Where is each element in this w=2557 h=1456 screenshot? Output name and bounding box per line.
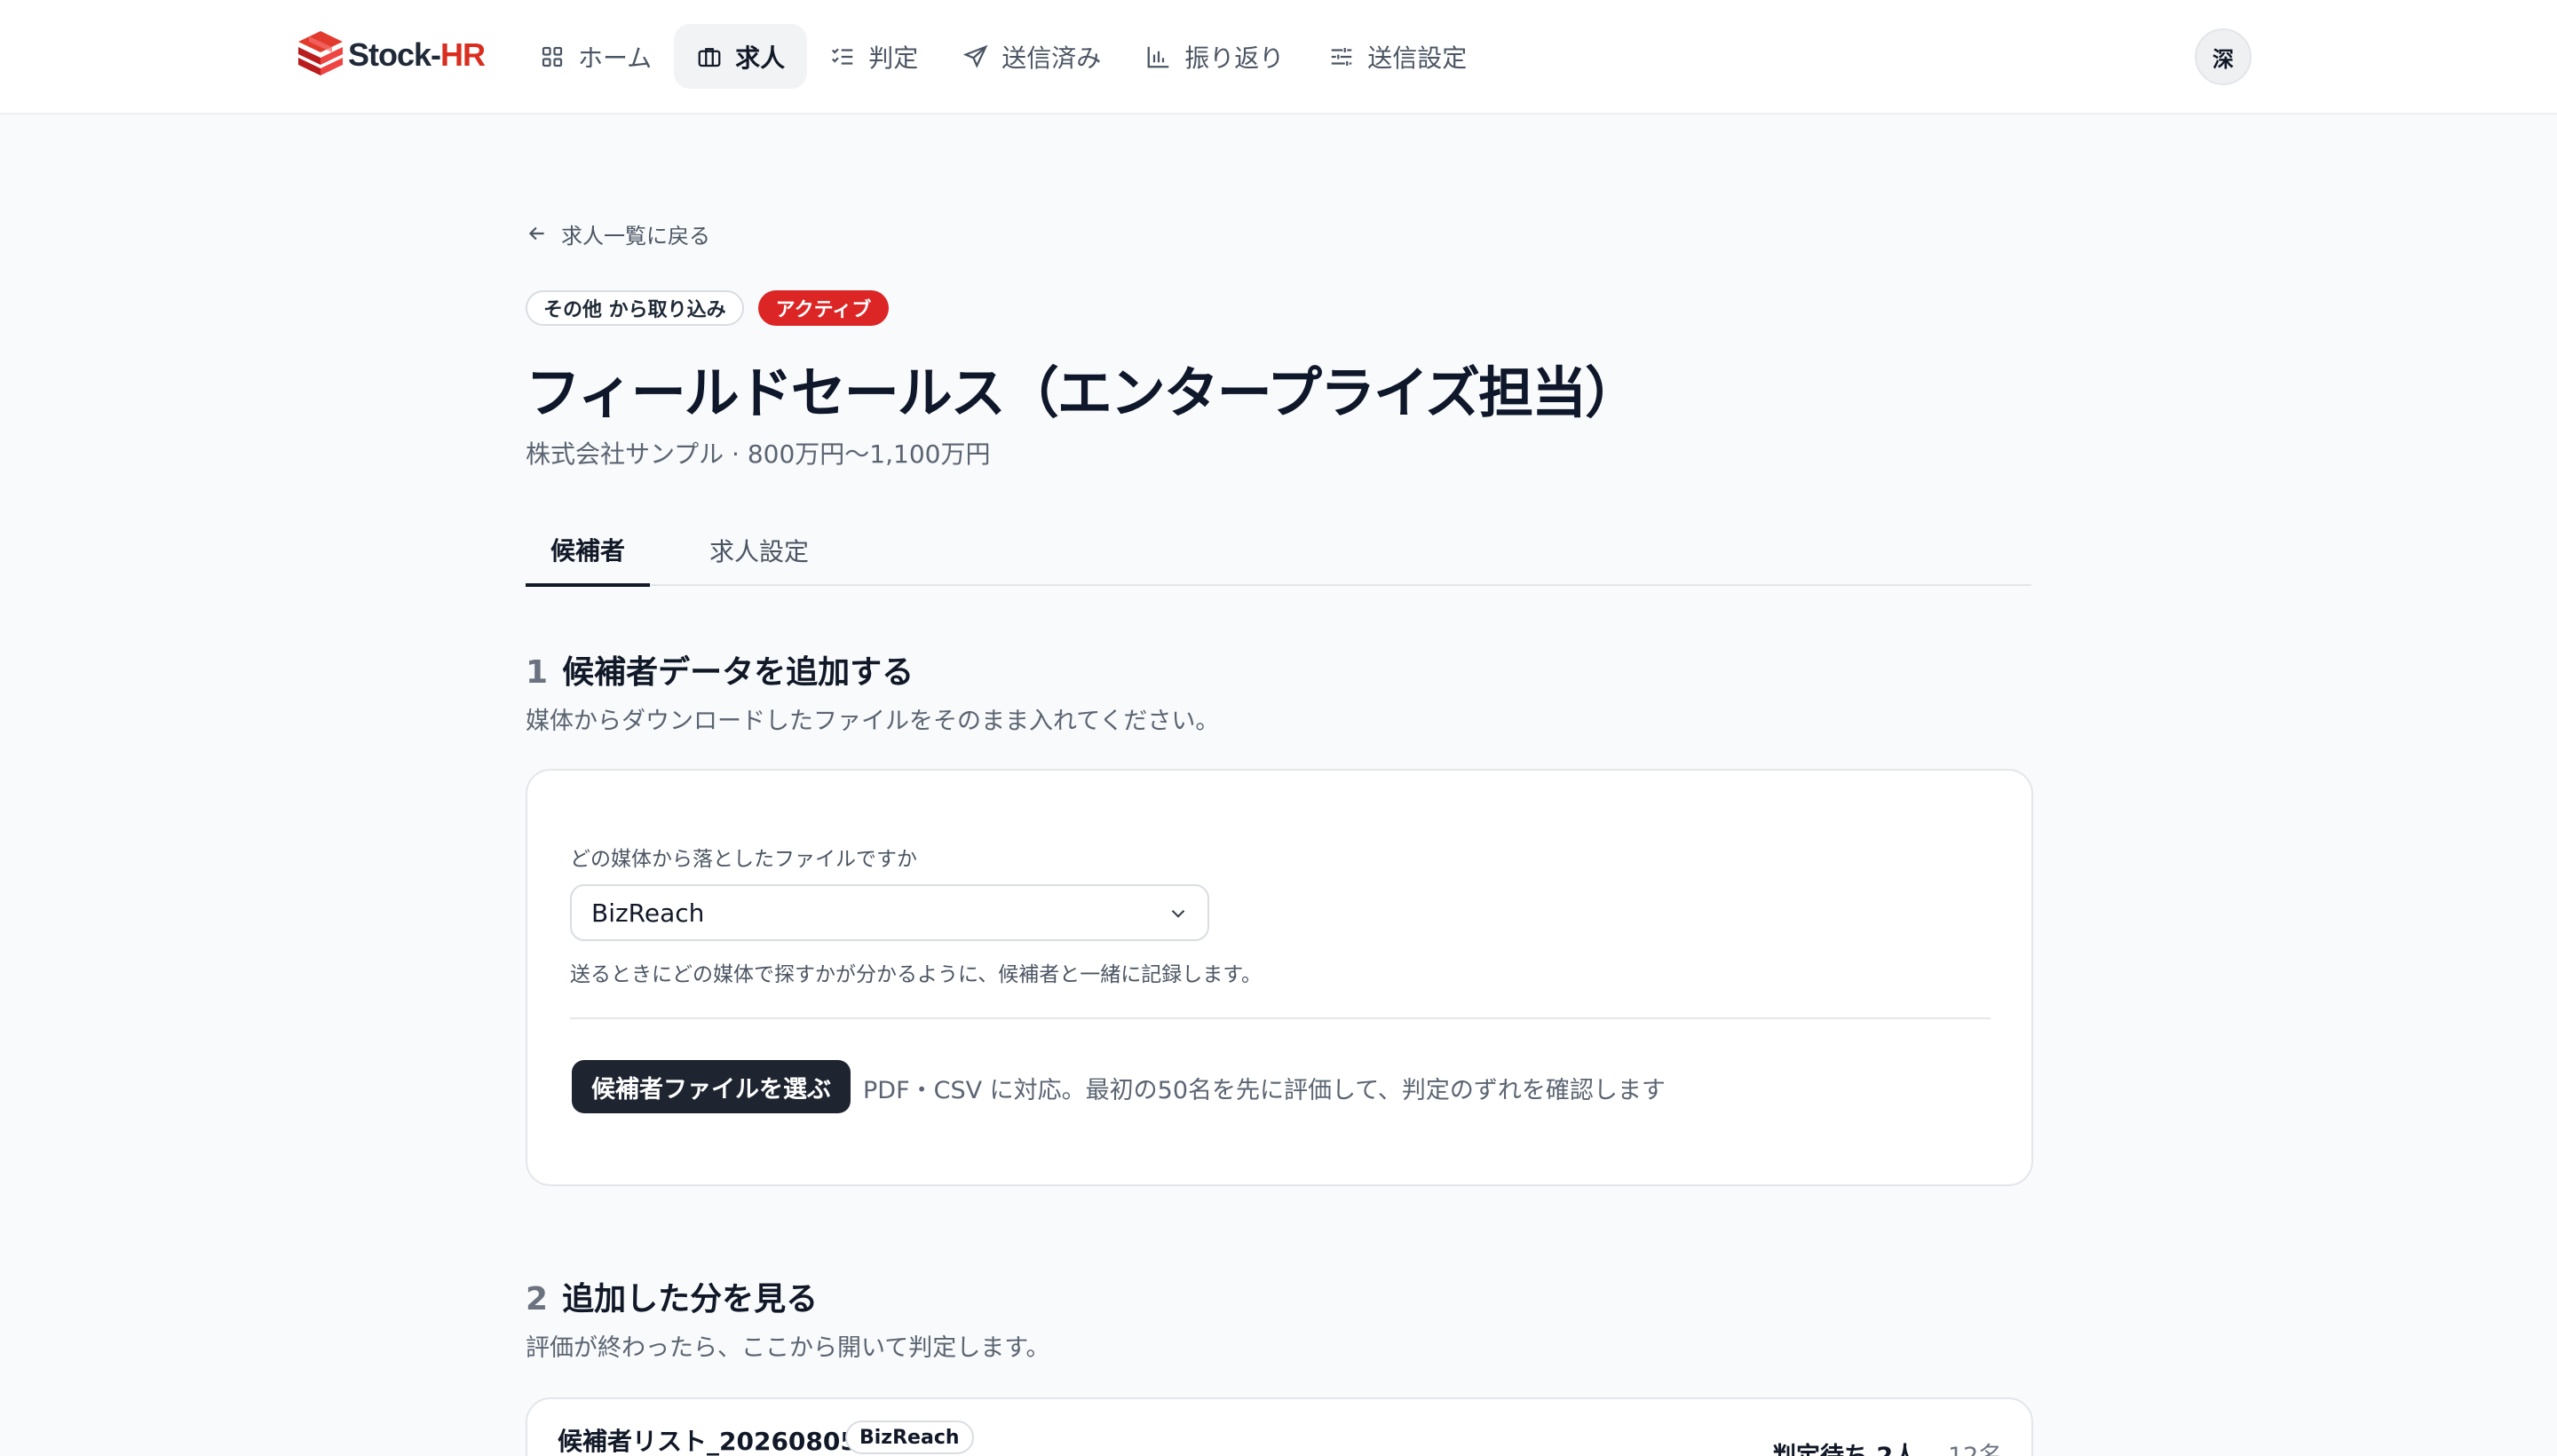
nav-label: 送信設定 <box>1367 43 1468 73</box>
bar-chart-icon <box>1147 46 1169 67</box>
sliders-icon <box>1331 47 1352 66</box>
job-tabs: 候補者 求人設定 <box>526 515 2031 587</box>
chevron-down-icon <box>1171 909 1185 918</box>
nav-item-review[interactable]: 振り返り <box>1123 24 1306 89</box>
tab-candidates[interactable]: 候補者 <box>526 515 650 587</box>
nav-label: 振り返り <box>1184 43 1285 73</box>
user-avatar[interactable]: 深 <box>2195 28 2252 85</box>
nav-item-send-settings[interactable]: 送信設定 <box>1306 24 1489 89</box>
page-title: フィールドセールス（エンタープライズ担当） <box>526 360 1640 425</box>
grid-icon <box>542 46 563 67</box>
divider <box>570 1017 1991 1019</box>
step-number: 1 <box>526 654 549 691</box>
status-badge: アクティブ <box>757 290 890 326</box>
step1-heading: 1 候補者データを追加する <box>526 646 914 692</box>
logo-text: Stock-HR <box>348 36 486 73</box>
step-number: 2 <box>526 1281 549 1318</box>
media-select[interactable]: BizReach <box>570 884 1209 941</box>
step1-description: 媒体からダウンロードしたファイルをそのまま入れてください。 <box>526 708 1220 735</box>
candidate-list-row[interactable]: 候補者リスト_20260805 BizReach 判定待ち 2人 12名 <box>526 1397 2033 1456</box>
app-logo[interactable]: Stock-HR <box>297 28 486 82</box>
back-to-jobs-link[interactable]: 求人一覧に戻る <box>526 220 710 249</box>
source-badge: その他 から取り込み <box>526 290 744 326</box>
media-badge: BizReach <box>845 1420 974 1454</box>
nav-label: 判定 <box>868 43 919 73</box>
choose-candidate-file-button[interactable]: 候補者ファイルを選ぶ <box>572 1060 851 1113</box>
checklist-icon <box>832 47 853 65</box>
job-badges: その他 から取り込み アクティブ <box>526 290 890 326</box>
step2-description: 評価が終わったら、ここから開いて判定します。 <box>526 1334 1050 1362</box>
main-nav: ホーム 求人 判定 送信済み 振り返り 送信設定 <box>517 24 1489 89</box>
nav-label: 求人 <box>735 43 786 73</box>
nav-label: ホーム <box>578 43 653 73</box>
nav-item-jobs[interactable]: 求人 <box>674 24 808 89</box>
step-title: 追加した分を見る <box>562 1281 819 1318</box>
nav-item-sent[interactable]: 送信済み <box>940 24 1123 89</box>
pending-count: 判定待ち 2人 <box>1772 1436 1917 1456</box>
nav-item-judge[interactable]: 判定 <box>807 24 940 89</box>
upload-card: どの媒体から落としたファイルですか BizReach 送るときにどの媒体で探すか… <box>526 769 2033 1186</box>
media-select-value: BizReach <box>591 898 705 928</box>
top-bar: Stock-HR ホーム 求人 判定 送信済み 振り返り 送信設定 深 <box>0 0 2557 115</box>
stack-logo-icon <box>298 31 343 75</box>
candidate-count: 12名 <box>1948 1436 2002 1456</box>
send-icon <box>962 44 988 68</box>
arrow-left-icon <box>528 226 544 241</box>
upload-help-text: PDF・CSV に対応。最初の50名を先に評価して、判定のずれを確認します <box>863 1077 1666 1104</box>
candidate-list-name: 候補者リスト_20260805 <box>558 1427 858 1456</box>
step-title: 候補者データを追加する <box>562 654 914 691</box>
media-field-help: 送るときにどの媒体で探すかが分かるように、候補者と一緒に記録します。 <box>570 963 1263 986</box>
job-subtitle: 株式会社サンプル · 800万円〜1,100万円 <box>526 439 991 469</box>
back-label: 求人一覧に戻る <box>561 223 710 249</box>
step2-heading: 2 追加した分を見る <box>526 1273 818 1319</box>
nav-item-home[interactable]: ホーム <box>517 24 674 89</box>
tab-job-settings[interactable]: 求人設定 <box>682 515 836 586</box>
briefcase-icon <box>698 47 721 67</box>
nav-label: 送信済み <box>1001 43 1102 73</box>
media-field-label: どの媒体から落としたファイルですか <box>570 848 917 871</box>
